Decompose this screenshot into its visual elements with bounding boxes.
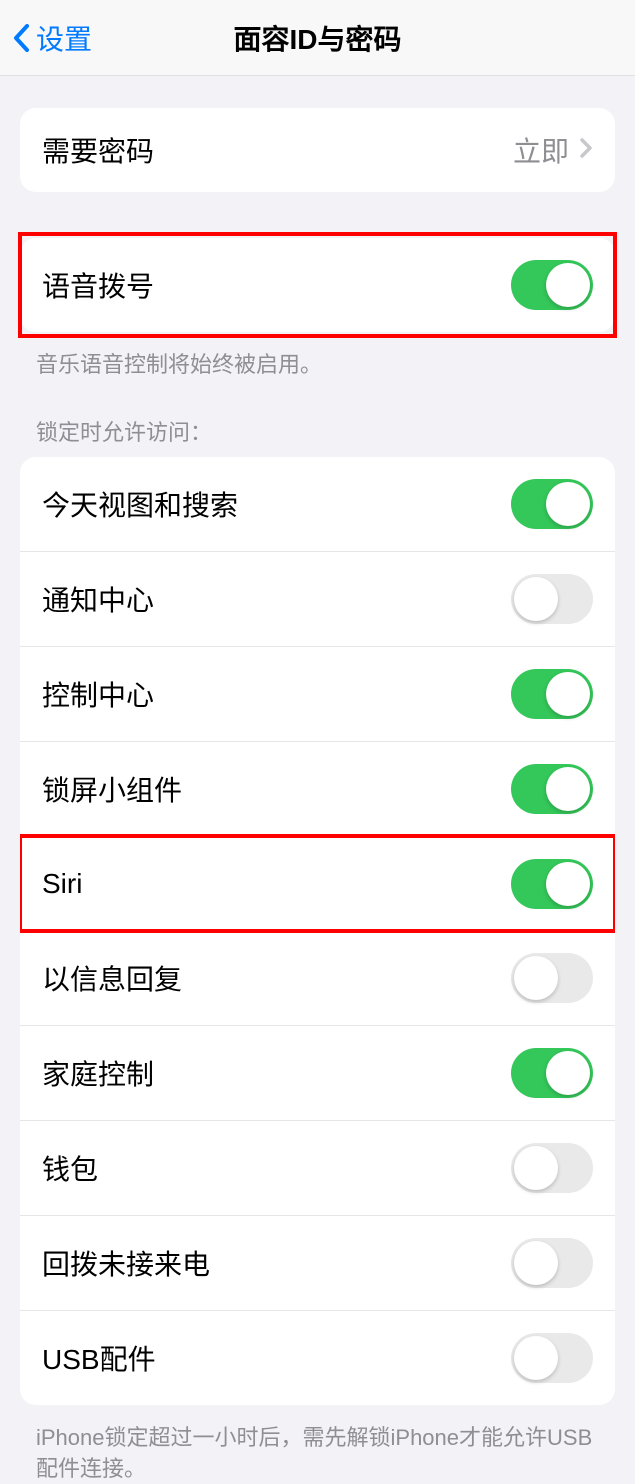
toggle-knob — [546, 672, 590, 716]
locked-access-label: 家庭控制 — [42, 1053, 154, 1093]
require-passcode-label: 需要密码 — [42, 130, 154, 170]
voice-dial-group: 语音拨号 — [20, 238, 615, 332]
locked-access-toggle[interactable] — [511, 1238, 593, 1288]
locked-access-toggle[interactable] — [511, 764, 593, 814]
locked-access-toggle[interactable] — [511, 1143, 593, 1193]
chevron-left-icon — [12, 23, 30, 53]
row-right: 立即 — [513, 130, 593, 170]
locked-access-row: 以信息回复 — [20, 931, 615, 1025]
locked-access-toggle[interactable] — [511, 1333, 593, 1383]
locked-access-row: Siri — [20, 836, 615, 931]
locked-access-toggle[interactable] — [511, 1048, 593, 1098]
locked-access-label: USB配件 — [42, 1338, 156, 1378]
toggle-knob — [546, 767, 590, 811]
locked-access-row: 家庭控制 — [20, 1025, 615, 1120]
toggle-knob — [514, 1146, 558, 1190]
locked-access-label: 以信息回复 — [42, 958, 182, 998]
toggle-knob — [514, 1241, 558, 1285]
locked-access-toggle[interactable] — [511, 479, 593, 529]
voice-dial-row: 语音拨号 — [20, 238, 615, 332]
toggle-knob — [514, 956, 558, 1000]
page-title: 面容ID与密码 — [233, 18, 401, 58]
locked-access-row: 锁屏小组件 — [20, 741, 615, 836]
back-label: 设置 — [36, 18, 92, 58]
locked-access-row: 回拨未接来电 — [20, 1215, 615, 1310]
toggle-knob — [546, 482, 590, 526]
locked-access-footer: iPhone锁定超过一小时后，需先解锁iPhone才能允许USB配件连接。 — [0, 1413, 635, 1484]
nav-header: 设置 面容ID与密码 — [0, 0, 635, 76]
require-passcode-value: 立即 — [513, 130, 569, 170]
toggle-knob — [546, 862, 590, 906]
locked-access-row: 钱包 — [20, 1120, 615, 1215]
locked-access-label: 钱包 — [42, 1148, 98, 1188]
locked-access-label: 回拨未接来电 — [42, 1243, 210, 1283]
locked-access-toggle[interactable] — [511, 574, 593, 624]
locked-access-row: 今天视图和搜索 — [20, 457, 615, 551]
voice-dial-toggle[interactable] — [511, 260, 593, 310]
passcode-require-group: 需要密码 立即 — [20, 108, 615, 192]
toggle-knob — [514, 577, 558, 621]
require-passcode-row[interactable]: 需要密码 立即 — [20, 108, 615, 192]
locked-access-row: USB配件 — [20, 1310, 615, 1405]
locked-access-label: Siri — [42, 868, 82, 900]
locked-access-label: 今天视图和搜索 — [42, 484, 238, 524]
toggle-knob — [546, 1051, 590, 1095]
locked-access-row: 控制中心 — [20, 646, 615, 741]
locked-access-toggle[interactable] — [511, 859, 593, 909]
locked-access-header: 锁定时允许访问： — [0, 381, 635, 457]
toggle-knob — [514, 1336, 558, 1380]
locked-access-group: 今天视图和搜索通知中心控制中心锁屏小组件 Siri 以信息回复家庭控制钱包回拨未接来… — [20, 457, 615, 1405]
locked-access-toggle[interactable] — [511, 669, 593, 719]
voice-dial-note: 音乐语音控制将始终被启用。 — [0, 340, 635, 381]
locked-access-label: 锁屏小组件 — [42, 769, 182, 809]
locked-access-label: 控制中心 — [42, 674, 154, 714]
locked-access-toggle[interactable] — [511, 953, 593, 1003]
toggle-knob — [546, 263, 590, 307]
chevron-right-icon — [579, 134, 593, 166]
locked-access-row: 通知中心 — [20, 551, 615, 646]
voice-dial-label: 语音拨号 — [42, 265, 154, 305]
locked-access-label: 通知中心 — [42, 579, 154, 619]
back-button[interactable]: 设置 — [0, 18, 92, 58]
